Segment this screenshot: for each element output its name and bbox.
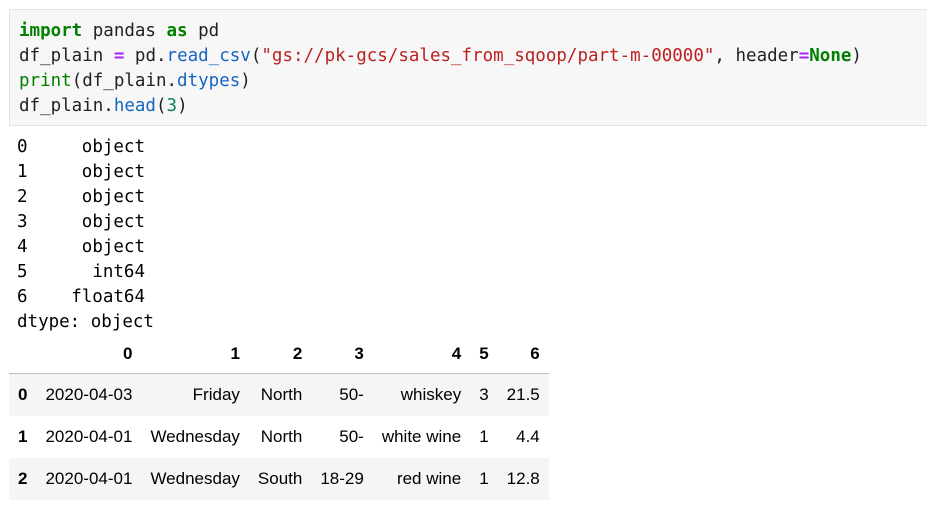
index-header bbox=[9, 335, 37, 374]
code-cell[interactable]: import pandas as pd df_plain = pd.read_c… bbox=[9, 9, 927, 126]
table-cell: 2020-04-01 bbox=[45, 469, 133, 488]
dtype-line: 4 object bbox=[17, 235, 145, 260]
table-cell: Friday bbox=[192, 385, 240, 404]
attribute-name: dtypes bbox=[177, 71, 241, 91]
code-line-2: df_plain = pd.read_csv("gs://pk-gcs/sale… bbox=[19, 44, 862, 69]
table-cell: 2020-04-01 bbox=[45, 427, 133, 446]
code-text: , header bbox=[714, 46, 799, 66]
dtype-footer: dtype: object bbox=[17, 312, 154, 332]
table-row: 0 2020-04-03 Friday North 50- whiskey 3 … bbox=[9, 373, 549, 416]
table-cell: 50- bbox=[339, 427, 364, 446]
table-cell: 4.4 bbox=[516, 427, 540, 446]
code-line-3: print(df_plain.dtypes) bbox=[19, 69, 251, 94]
table-cell: Wednesday bbox=[150, 469, 240, 488]
function-name: read_csv bbox=[166, 46, 251, 66]
function-name: head bbox=[113, 96, 156, 116]
table-cell: Wednesday bbox=[150, 427, 240, 446]
code-text: (df_plain. bbox=[71, 71, 178, 91]
table-row: 2 2020-04-01 Wednesday South 18-29 red w… bbox=[9, 458, 549, 500]
dtype-index: 2 bbox=[17, 187, 28, 207]
builtin-print: print bbox=[19, 71, 72, 91]
code-text: pd bbox=[187, 21, 220, 41]
code-text: ( bbox=[250, 46, 262, 66]
table-cell: 12.8 bbox=[506, 469, 540, 488]
dtype-line: 3 object bbox=[17, 210, 145, 235]
code-line-1: import pandas as pd bbox=[19, 19, 219, 44]
dtype-value: object bbox=[81, 162, 145, 182]
string-literal: "gs://pk-gcs/sales_from_sqoop/part-m-000… bbox=[261, 46, 715, 66]
table-cell: 1 bbox=[479, 427, 489, 446]
dtype-index: 1 bbox=[17, 162, 28, 182]
column-header: 3 bbox=[311, 335, 373, 374]
dtype-index: 4 bbox=[17, 237, 28, 257]
code-text: ) bbox=[240, 71, 251, 91]
code-line-4: df_plain.head(3) bbox=[19, 94, 188, 119]
code-text: df_plain bbox=[19, 46, 114, 66]
operator-assign: = bbox=[798, 46, 810, 66]
code-text: df_plain. bbox=[19, 96, 114, 116]
number-literal: 3 bbox=[166, 96, 178, 116]
table-cell: red wine bbox=[396, 469, 462, 488]
dtype-index: 0 bbox=[17, 137, 28, 157]
table-cell: 50- bbox=[339, 385, 364, 404]
table-cell: North bbox=[260, 385, 303, 404]
keyword-none: None bbox=[809, 46, 852, 66]
dtype-index: 6 bbox=[17, 287, 28, 307]
code-text: pandas bbox=[82, 21, 167, 41]
dtype-value: int64 bbox=[92, 262, 145, 282]
dtype-line: 1 object bbox=[17, 160, 145, 185]
code-text: ( bbox=[155, 96, 167, 116]
dataframe-table: 0 1 2 3 4 5 6 0 2020-04-03 Friday North … bbox=[9, 335, 549, 500]
table-cell: white wine bbox=[381, 427, 462, 446]
operator-assign: = bbox=[113, 46, 125, 66]
dtype-line: 2 object bbox=[17, 185, 145, 210]
dtype-value: object bbox=[81, 187, 145, 207]
table-cell: whiskey bbox=[400, 385, 462, 404]
row-index: 0 bbox=[18, 385, 28, 404]
table-header-row: 0 1 2 3 4 5 6 bbox=[9, 335, 549, 374]
keyword-as: as bbox=[166, 21, 188, 41]
dtype-value: object bbox=[81, 137, 145, 157]
dtype-line: 5 int64 bbox=[17, 260, 145, 285]
column-header: 2 bbox=[248, 335, 312, 374]
table-cell: 21.5 bbox=[506, 385, 540, 404]
dtype-value: float64 bbox=[71, 287, 145, 307]
column-header: 6 bbox=[497, 335, 549, 374]
dtype-value: object bbox=[81, 237, 145, 257]
table-row: 1 2020-04-01 Wednesday North 50- white w… bbox=[9, 416, 549, 458]
row-index: 2 bbox=[18, 469, 28, 488]
table-cell: North bbox=[260, 427, 303, 446]
dtype-value: object bbox=[81, 212, 145, 232]
dtype-line: 0 object bbox=[17, 135, 145, 160]
dtype-line: 6 float64 bbox=[17, 285, 145, 310]
code-text: pd. bbox=[124, 46, 167, 66]
table-cell: 18-29 bbox=[320, 469, 364, 488]
table-cell: 1 bbox=[479, 469, 489, 488]
table-cell: 3 bbox=[479, 385, 489, 404]
keyword-import: import bbox=[19, 21, 83, 41]
row-index: 1 bbox=[18, 427, 28, 446]
dtype-index: 5 bbox=[17, 262, 28, 282]
code-text: ) bbox=[177, 96, 188, 116]
table-cell: 2020-04-03 bbox=[45, 385, 133, 404]
dtype-index: 3 bbox=[17, 212, 28, 232]
code-text: ) bbox=[851, 46, 862, 66]
column-header: 5 bbox=[470, 335, 498, 374]
table-cell: South bbox=[257, 469, 303, 488]
column-header: 4 bbox=[372, 335, 471, 374]
column-header: 1 bbox=[141, 335, 249, 374]
column-header: 0 bbox=[36, 335, 142, 374]
